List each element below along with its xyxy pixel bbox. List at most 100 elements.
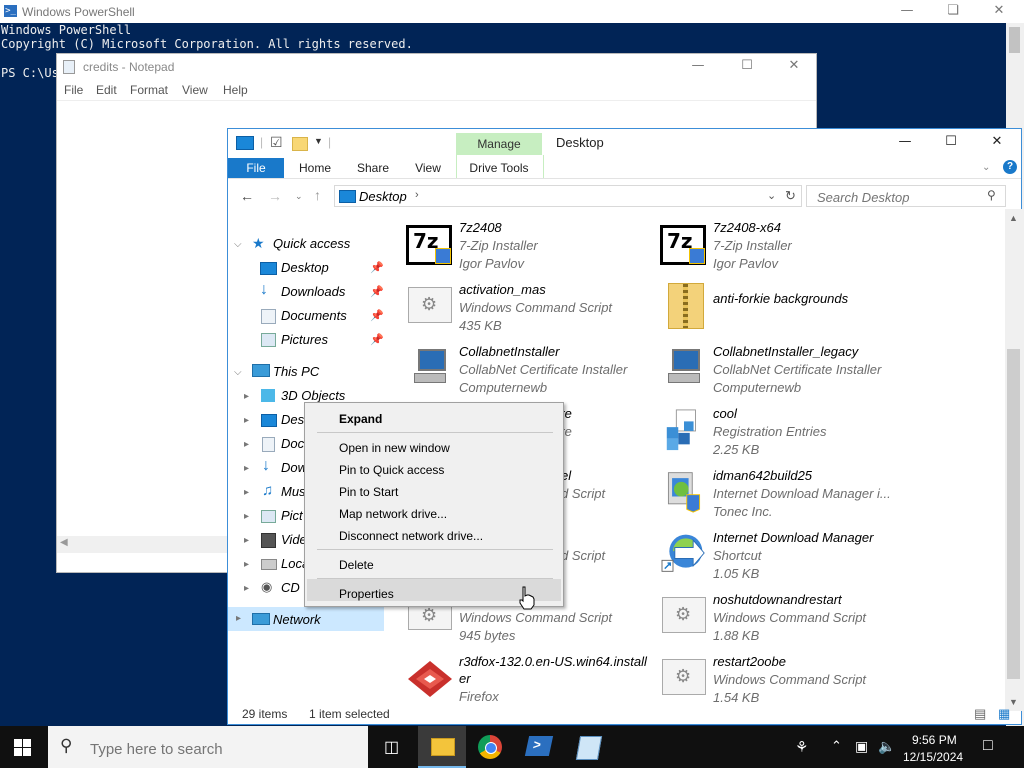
chrome-icon[interactable] bbox=[478, 735, 502, 759]
menu-item-map-network-drive[interactable]: Map network drive... bbox=[339, 507, 447, 521]
chevron-down-icon[interactable]: ⌵ bbox=[234, 367, 242, 378]
taskbar-search-input[interactable] bbox=[88, 738, 352, 760]
nav-3d-objects[interactable]: 3D Objects bbox=[281, 388, 345, 403]
menu-item-expand[interactable]: Expand bbox=[339, 412, 382, 426]
nav-network[interactable]: Network bbox=[273, 612, 321, 627]
customize-qat-icon[interactable]: ▼ bbox=[314, 136, 323, 146]
scroll-left-icon[interactable]: ◀ bbox=[60, 537, 68, 548]
menu-file[interactable]: File bbox=[64, 83, 83, 97]
help-icon[interactable]: ? bbox=[1003, 160, 1017, 174]
menu-item-delete[interactable]: Delete bbox=[339, 558, 374, 572]
chevron-right-icon[interactable]: ▸ bbox=[236, 613, 241, 624]
menu-item-pin-start[interactable]: Pin to Start bbox=[339, 485, 398, 499]
chevron-down-icon[interactable]: ⌄ bbox=[767, 189, 776, 202]
status-selection: 1 item selected bbox=[309, 707, 390, 721]
scroll-thumb[interactable] bbox=[1007, 349, 1020, 679]
taskbar-explorer-button[interactable] bbox=[418, 726, 466, 768]
nav-quick-access[interactable]: Quick access bbox=[273, 236, 350, 251]
nav-cd-drive[interactable]: CD bbox=[281, 580, 300, 595]
maximize-icon[interactable]: ☐ bbox=[928, 131, 974, 154]
forward-arrow-icon[interactable]: → bbox=[268, 188, 282, 204]
maximize-icon[interactable]: ☐ bbox=[724, 55, 770, 78]
chevron-down-icon[interactable]: ⌵ bbox=[234, 239, 242, 250]
chevron-right-icon[interactable]: ▸ bbox=[244, 391, 249, 402]
close-icon[interactable]: ✕ bbox=[974, 131, 1020, 154]
tab-view[interactable]: View bbox=[406, 158, 450, 178]
chevron-right-icon[interactable]: ▸ bbox=[244, 559, 249, 570]
powershell-taskbar-icon[interactable]: > bbox=[524, 736, 554, 756]
nav-pictures-pc[interactable]: Pict bbox=[281, 508, 303, 523]
nav-downloads[interactable]: Downloads bbox=[281, 284, 345, 299]
powershell-titlebar[interactable]: >_ Windows PowerShell — ❏ ✕ bbox=[0, 0, 1024, 23]
tab-home[interactable]: Home bbox=[290, 158, 340, 178]
notepad-titlebar[interactable]: credits - Notepad — ☐ ✕ bbox=[57, 54, 816, 80]
chevron-right-icon[interactable]: ▸ bbox=[244, 415, 249, 426]
menu-item-pin-quick-access[interactable]: Pin to Quick access bbox=[339, 463, 444, 477]
chevron-right-icon[interactable]: › bbox=[415, 189, 419, 201]
manage-tab-header[interactable]: Manage bbox=[456, 133, 542, 155]
chevron-right-icon[interactable]: ▸ bbox=[244, 463, 249, 474]
chevron-right-icon[interactable]: ▸ bbox=[244, 487, 249, 498]
nav-documents-pc[interactable]: Doc bbox=[281, 436, 304, 451]
tab-share[interactable]: Share bbox=[348, 158, 398, 178]
scroll-thumb[interactable] bbox=[1009, 27, 1020, 53]
chevron-right-icon[interactable]: ▸ bbox=[244, 511, 249, 522]
address-segment[interactable]: Desktop bbox=[359, 189, 407, 204]
details-view-icon[interactable]: ▤ bbox=[974, 706, 986, 722]
chevron-right-icon[interactable]: ▸ bbox=[244, 535, 249, 546]
menu-item-properties[interactable]: Properties bbox=[339, 587, 394, 601]
recent-locations-icon[interactable]: ⌄ bbox=[295, 191, 303, 202]
scroll-up-icon[interactable]: ▲ bbox=[1009, 213, 1018, 223]
up-arrow-icon[interactable]: ↑ bbox=[314, 187, 321, 203]
nav-pictures[interactable]: Pictures bbox=[281, 332, 328, 347]
menu-separator bbox=[317, 549, 553, 550]
tab-file[interactable]: File bbox=[228, 158, 284, 178]
back-arrow-icon[interactable]: ← bbox=[240, 188, 254, 204]
notifications-icon[interactable]: □ bbox=[983, 737, 993, 755]
expand-ribbon-icon[interactable]: ⌄ bbox=[982, 162, 990, 173]
large-icons-view-icon[interactable]: ▦ bbox=[998, 706, 1010, 722]
file-list-scrollbar[interactable]: ▲ ▼ bbox=[1005, 209, 1022, 711]
menu-help[interactable]: Help bbox=[223, 83, 248, 97]
minimize-icon[interactable]: — bbox=[884, 0, 930, 23]
nav-network-selected[interactable]: ▸ Network bbox=[228, 607, 384, 631]
network-tray-icon[interactable]: ▣ bbox=[855, 738, 868, 755]
chevron-right-icon[interactable]: ▸ bbox=[244, 439, 249, 450]
menu-format[interactable]: Format bbox=[130, 83, 168, 97]
menu-item-disconnect-network-drive[interactable]: Disconnect network drive... bbox=[339, 529, 483, 543]
people-icon[interactable]: ⚘ bbox=[795, 738, 808, 756]
restore-icon[interactable]: ❏ bbox=[930, 0, 976, 23]
menu-view[interactable]: View bbox=[182, 83, 208, 97]
notepad-hscrollbar[interactable]: ◀ bbox=[57, 536, 229, 553]
task-view-icon[interactable]: ◫ bbox=[384, 737, 399, 757]
new-folder-icon[interactable] bbox=[292, 137, 308, 151]
refresh-icon[interactable]: ↻ bbox=[785, 188, 796, 204]
nav-documents[interactable]: Documents bbox=[281, 308, 347, 323]
scroll-down-icon[interactable]: ▼ bbox=[1009, 697, 1018, 707]
chevron-right-icon[interactable]: ▸ bbox=[244, 583, 249, 594]
nav-desktop[interactable]: Desktop bbox=[281, 260, 329, 275]
minimize-icon[interactable]: — bbox=[675, 55, 721, 78]
properties-icon[interactable]: ☑ bbox=[270, 134, 283, 151]
search-box[interactable]: ⚲ bbox=[806, 185, 1006, 207]
tab-drive-tools[interactable]: Drive Tools bbox=[458, 158, 540, 178]
clock-time[interactable]: 9:56 PM bbox=[912, 733, 957, 747]
notepad-taskbar-icon[interactable] bbox=[575, 736, 603, 760]
close-icon[interactable]: ✕ bbox=[771, 55, 817, 78]
volume-muted-icon[interactable]: 🔈 bbox=[878, 738, 895, 755]
nav-videos[interactable]: Vide bbox=[281, 532, 307, 547]
menu-item-open-new-window[interactable]: Open in new window bbox=[339, 441, 450, 455]
menu-edit[interactable]: Edit bbox=[96, 83, 117, 97]
nav-music[interactable]: Mus bbox=[281, 484, 306, 499]
windows-start-icon[interactable] bbox=[14, 739, 32, 756]
chevron-up-icon[interactable]: ⌃ bbox=[831, 738, 842, 754]
taskbar-search-box[interactable]: ⚲ bbox=[48, 726, 368, 768]
search-input[interactable] bbox=[815, 188, 979, 206]
nav-this-pc[interactable]: This PC bbox=[273, 364, 319, 379]
search-icon: ⚲ bbox=[60, 736, 73, 755]
close-icon[interactable]: ✕ bbox=[976, 0, 1022, 23]
partial-file-type: d Script bbox=[561, 486, 606, 501]
address-bar[interactable]: Desktop › ⌄ ↻ bbox=[334, 185, 802, 207]
minimize-icon[interactable]: — bbox=[882, 131, 928, 154]
clock-date[interactable]: 12/15/2024 bbox=[903, 750, 963, 764]
